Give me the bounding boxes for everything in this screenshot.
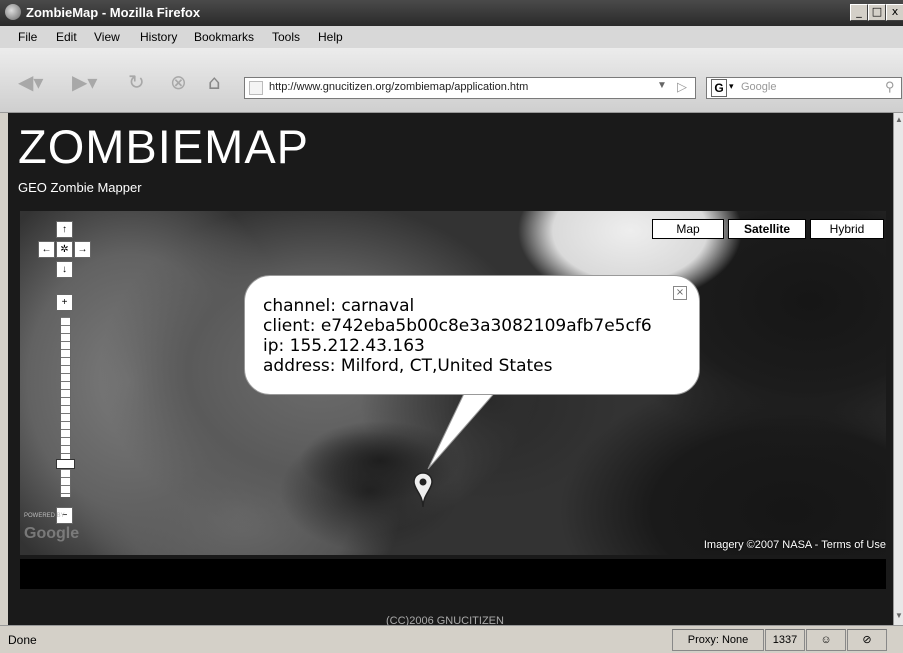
navigation-toolbar: ◀▾ ▶▾ ↻ ⊗ ⌂ http://www.gnucitizen.org/zo…	[0, 48, 903, 113]
window-title: ZombieMap - Mozilla Firefox	[26, 5, 201, 20]
minimize-button[interactable]: _	[850, 4, 868, 21]
info-client: client: e742eba5b00c8e3a3082109afb7e5cf6	[263, 316, 652, 336]
proxy-status[interactable]: Proxy: None	[672, 629, 764, 651]
search-icon[interactable]: ⚲	[885, 79, 895, 95]
search-engine-button[interactable]: G	[711, 79, 727, 97]
menu-edit[interactable]: Edit	[56, 30, 77, 44]
vertical-scrollbar[interactable]: ▲ ▼	[893, 113, 903, 625]
search-engine-dropdown-icon[interactable]: ▾	[729, 81, 734, 92]
info-channel: channel: carnaval	[263, 296, 415, 316]
maximize-button[interactable]: □	[868, 4, 886, 21]
browser-window: ZombieMap - Mozilla Firefox _ □ x File E…	[0, 0, 903, 653]
info-ip: ip: 155.212.43.163	[263, 336, 425, 356]
url-bar[interactable]: http://www.gnucitizen.org/zombiemap/appl…	[244, 77, 696, 99]
menu-bookmarks[interactable]: Bookmarks	[194, 30, 254, 44]
location-marker-icon[interactable]	[412, 471, 434, 509]
menu-file[interactable]: File	[18, 30, 37, 44]
menu-view[interactable]: View	[94, 30, 120, 44]
firefox-icon	[5, 4, 21, 20]
menu-bar: File Edit View History Bookmarks Tools H…	[0, 26, 903, 48]
menu-help[interactable]: Help	[318, 30, 343, 44]
reload-icon[interactable]: ↻	[128, 70, 145, 94]
menu-history[interactable]: History	[140, 30, 177, 44]
status-code: 1337	[765, 629, 805, 651]
addon-icon[interactable]: ⊘	[847, 629, 887, 651]
status-bar: Done Proxy: None 1337 ☺ ⊘	[0, 625, 903, 653]
search-bar[interactable]: G ▾ Google ⚲	[706, 77, 902, 99]
page-icon	[249, 81, 263, 95]
close-icon[interactable]: ×	[673, 286, 687, 300]
copyright-credit: (CC)2006 GNUCITIZEN	[386, 615, 504, 625]
menu-tools[interactable]: Tools	[272, 30, 300, 44]
forward-icon[interactable]: ▶▾	[72, 70, 97, 94]
stop-icon[interactable]: ⊗	[170, 70, 187, 94]
map-footer-strip	[20, 559, 886, 589]
page-content: ZOMBIEMAP GEO Zombie Mapper Map Satellit…	[8, 113, 893, 625]
title-bar: ZombieMap - Mozilla Firefox _ □ x	[0, 0, 903, 26]
infowindow: × channel: carnaval client: e742eba5b00c…	[244, 275, 700, 395]
site-title: ZOMBIEMAP	[18, 120, 310, 173]
map-view[interactable]: Map Satellite Hybrid ↑ ← ✲ → ↓ + − POWER…	[20, 211, 886, 555]
scroll-up-icon[interactable]: ▲	[895, 115, 903, 124]
site-subtitle: GEO Zombie Mapper	[18, 180, 142, 195]
search-input[interactable]: Google	[741, 81, 776, 93]
smiley-icon[interactable]: ☺	[806, 629, 846, 651]
back-icon[interactable]: ◀▾	[18, 70, 43, 94]
status-text: Done	[8, 633, 37, 647]
go-icon[interactable]: ▷	[677, 79, 687, 95]
url-text[interactable]: http://www.gnucitizen.org/zombiemap/appl…	[269, 81, 528, 93]
close-button[interactable]: x	[886, 4, 903, 21]
home-icon[interactable]: ⌂	[208, 70, 221, 94]
url-dropdown-icon[interactable]: ▼	[657, 80, 667, 91]
info-address: address: Milford, CT,United States	[263, 356, 553, 376]
scroll-down-icon[interactable]: ▼	[895, 611, 903, 620]
